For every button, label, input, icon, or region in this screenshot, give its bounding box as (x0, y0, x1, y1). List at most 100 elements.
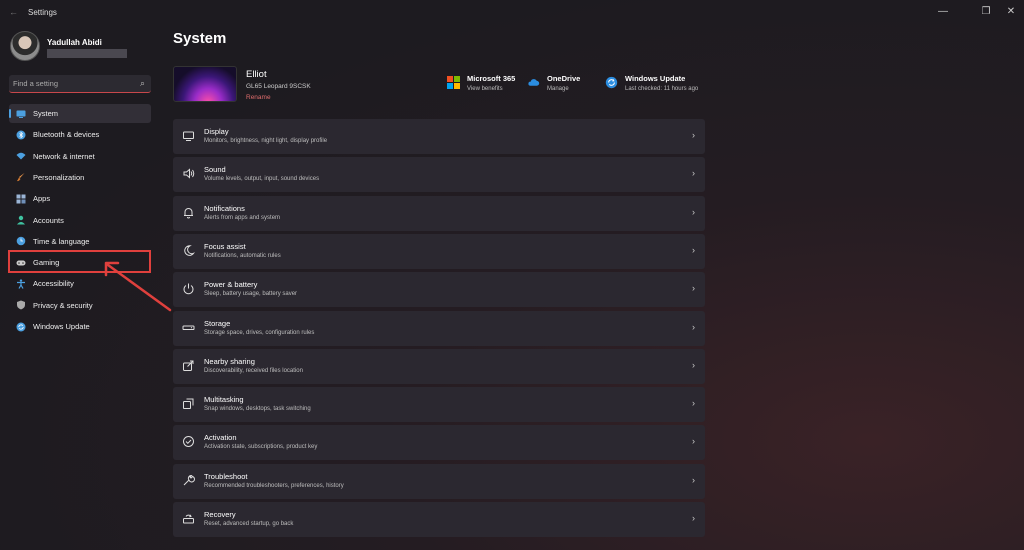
sidebar-item-label: Personalization (33, 172, 85, 182)
sidebar-item-label: Windows Update (33, 322, 90, 331)
settings-row-power-battery[interactable]: Power & battery Sleep, battery usage, bat… (173, 272, 705, 308)
quick-link-title: OneDrive (547, 74, 581, 83)
recovery-icon (183, 514, 194, 524)
quick-link-subtitle: Manage (547, 86, 569, 92)
settings-row-recovery[interactable]: Recovery Reset, advanced startup, go back… (173, 502, 705, 537)
settings-row-sound[interactable]: Sound Volume levels, output, input, sound… (173, 157, 705, 193)
search-box[interactable]: ⌕ (9, 75, 151, 93)
storage-icon (182, 325, 195, 330)
sidebar-item-label: Accessibility (33, 279, 74, 289)
settings-row-title: Multitasking (204, 395, 244, 405)
settings-row-title: Focus assist (204, 241, 246, 251)
sidebar-item-label: Network & internet (33, 151, 95, 161)
settings-row-multitasking[interactable]: Multitasking Snap windows, desktops, task… (173, 387, 705, 423)
sidebar-item-apps[interactable]: Apps (9, 189, 151, 208)
cloud-icon (528, 79, 540, 86)
quick-link-microsoft-365[interactable]: Microsoft 365 View benefits (447, 72, 527, 96)
search-icon[interactable]: ⌕ (140, 78, 145, 89)
quick-link-subtitle: Last checked: 11 hours ago (625, 86, 699, 92)
settings-row-troubleshoot[interactable]: Troubleshoot Recommended troubleshooters,… (173, 463, 705, 499)
rename-link[interactable]: Rename (246, 94, 271, 101)
speaker-icon (183, 168, 195, 179)
settings-row-notifications[interactable]: Notifications Alerts from apps and system… (173, 195, 705, 231)
settings-row-subtitle: Monitors, brightness, night light, displ… (204, 138, 328, 144)
sync-icon (605, 76, 618, 89)
display-icon (183, 131, 194, 141)
restore-button[interactable]: ❐ (973, 4, 999, 20)
sidebar-item-label: Accounts (33, 215, 64, 225)
user-email-redacted (47, 49, 127, 58)
window-title: Settings (28, 8, 57, 17)
microsoft-logo-icon (447, 76, 460, 89)
annotation-arrow (104, 261, 172, 312)
share-icon (183, 360, 194, 371)
settings-row-focus-assist[interactable]: Focus assist Notifications, automatic rul… (173, 233, 705, 269)
settings-row-subtitle: Reset, advanced startup, go back (204, 521, 294, 527)
chevron-right-icon: › (692, 513, 695, 523)
wrench-icon (183, 474, 195, 486)
title-bar: ← Settings — ❐ ✕ (0, 0, 1024, 26)
settings-row-storage[interactable]: Storage Storage space, drives, configurat… (173, 310, 705, 346)
monitor-icon (16, 109, 26, 119)
chevron-right-icon: › (692, 474, 695, 485)
settings-row-title: Activation (204, 433, 237, 443)
close-button[interactable]: ✕ (998, 4, 1024, 20)
power-icon (183, 283, 194, 295)
chevron-right-icon: › (692, 436, 695, 447)
quick-link-title: Microsoft 365 (467, 74, 516, 83)
settings-row-subtitle: Activation state, subscriptions, product… (204, 444, 318, 451)
settings-row-subtitle: Discoverability, received files location (204, 367, 303, 374)
settings-row-title: Display (204, 127, 229, 136)
chevron-right-icon: › (692, 130, 695, 140)
settings-row-subtitle: Alerts from apps and system (204, 214, 281, 221)
sidebar-item-windows-update[interactable]: Windows Update (9, 317, 151, 336)
multitask-icon (183, 398, 194, 410)
bell-icon (184, 207, 193, 219)
quick-link-subtitle: View benefits (467, 86, 503, 92)
chevron-right-icon: › (692, 321, 695, 332)
chevron-right-icon: › (692, 283, 695, 294)
chevron-right-icon: › (692, 398, 695, 409)
sidebar-item-personalization[interactable]: Personalization (9, 168, 151, 187)
page-title: System (173, 30, 227, 47)
moon-icon (184, 245, 195, 256)
person-icon (16, 215, 26, 225)
sidebar-item-system[interactable]: System (9, 104, 151, 123)
settings-row-title: Storage (204, 318, 231, 328)
settings-row-subtitle: Notifications, automatic rules (204, 252, 281, 259)
sidebar-item-time-language[interactable]: Time & language (9, 232, 151, 251)
settings-window: ← Settings — ❐ ✕ Yadullah Abidi ⌕ System… (0, 0, 1024, 550)
quick-link-windows-update[interactable]: Windows Update Last checked: 11 hours ag… (605, 72, 705, 96)
sidebar-item-network-internet[interactable]: Network & internet (9, 147, 151, 166)
user-name: Yadullah Abidi (47, 38, 102, 47)
shield-icon (16, 300, 26, 310)
settings-row-title: Notifications (204, 203, 245, 213)
sidebar-item-label: Bluetooth & devices (33, 130, 100, 140)
sidebar-item-accounts[interactable]: Accounts (9, 211, 151, 230)
accessibility-icon (16, 279, 26, 289)
avatar[interactable] (10, 31, 40, 61)
update-icon (16, 322, 26, 332)
chevron-right-icon: › (692, 168, 695, 179)
back-arrow-icon[interactable]: ← (9, 7, 18, 17)
settings-row-subtitle: Sleep, battery usage, battery saver (204, 291, 298, 298)
search-input[interactable] (13, 77, 131, 90)
apps-icon (16, 194, 26, 204)
settings-row-subtitle: Recommended troubleshooters, preferences… (204, 482, 344, 489)
settings-row-title: Troubleshoot (204, 471, 248, 481)
sidebar-item-label: Time & language (33, 236, 90, 246)
settings-row-nearby-sharing[interactable]: Nearby sharing Discoverability, received … (173, 348, 705, 384)
globe-clock-icon (16, 236, 26, 246)
minimize-button[interactable]: — (930, 4, 956, 20)
quick-link-onedrive[interactable]: OneDrive Manage (527, 72, 597, 96)
chevron-right-icon: › (692, 206, 695, 217)
settings-row-title: Nearby sharing (204, 356, 255, 366)
settings-row-display[interactable]: Display Monitors, brightness, night light… (173, 119, 705, 154)
settings-row-activation[interactable]: Activation Activation state, subscription… (173, 425, 705, 461)
sidebar-item-bluetooth-devices[interactable]: Bluetooth & devices (9, 125, 151, 144)
settings-row-title: Recovery (204, 510, 236, 519)
sidebar-item-label: System (33, 109, 59, 118)
chevron-right-icon: › (692, 244, 695, 255)
device-wallpaper-thumbnail (173, 66, 237, 102)
device-model: GL65 Leopard 9SCSK (246, 83, 311, 90)
